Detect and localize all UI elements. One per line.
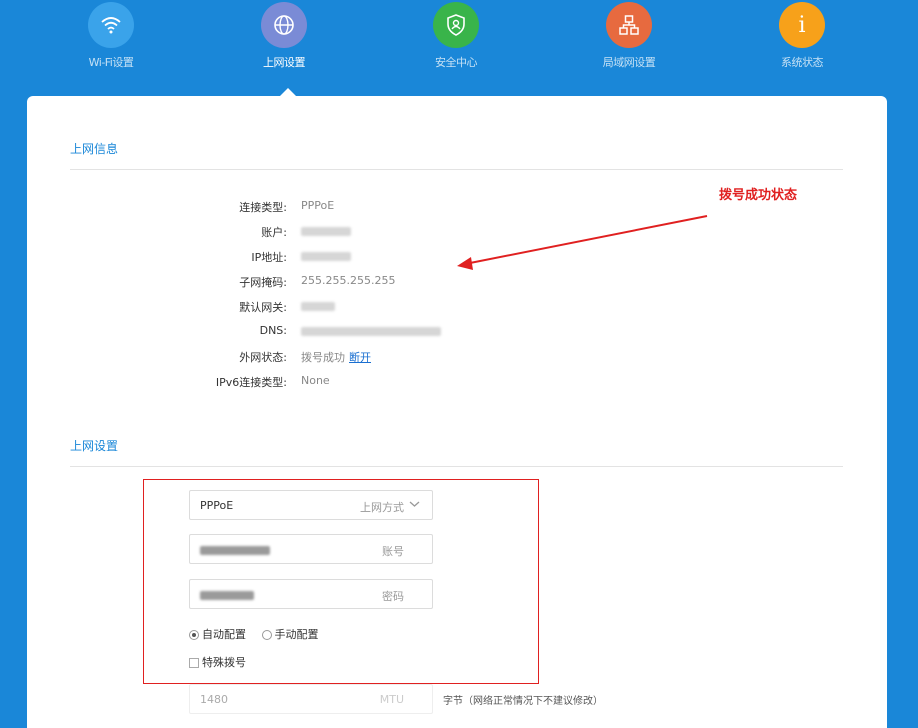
info-value: 255.255.255.255 bbox=[301, 274, 396, 287]
nav-label: 局域网设置 bbox=[602, 56, 656, 69]
info-icon: i bbox=[779, 2, 825, 48]
info-row-dns: DNS: bbox=[27, 324, 527, 342]
info-label: 外网状态: bbox=[239, 351, 287, 364]
info-row-wan-status: 外网状态: 拨号成功 断开 bbox=[27, 349, 527, 367]
annotation-text: 拨号成功状态 bbox=[719, 188, 798, 203]
divider bbox=[70, 466, 843, 467]
info-row-account: 账户: bbox=[27, 224, 527, 242]
nav-label: 上网设置 bbox=[263, 56, 306, 69]
wifi-icon bbox=[88, 2, 134, 48]
divider bbox=[70, 169, 843, 170]
section-title-info: 上网信息 bbox=[70, 142, 119, 156]
annotation-highlight-box bbox=[143, 479, 539, 684]
shield-icon bbox=[433, 2, 479, 48]
info-value: PPPoE bbox=[301, 199, 335, 212]
network-icon bbox=[606, 2, 652, 48]
mtu-hint: 字节（网络正常情况下不建议修改） bbox=[443, 696, 603, 707]
redacted-value bbox=[301, 324, 441, 337]
nav-label: 安全中心 bbox=[435, 56, 478, 69]
info-value: 拨号成功 断开 bbox=[301, 349, 371, 365]
disconnect-link[interactable]: 断开 bbox=[349, 351, 371, 364]
info-value: None bbox=[301, 374, 330, 387]
info-label: DNS: bbox=[259, 324, 287, 337]
nav-wifi-settings[interactable]: Wi-Fi设置 bbox=[61, 2, 161, 70]
info-label: 子网掩码: bbox=[239, 276, 287, 289]
redacted-value bbox=[301, 299, 335, 312]
info-label: IPv6连接类型: bbox=[215, 376, 287, 389]
mtu-label: MTU bbox=[379, 693, 404, 706]
info-row-ipv6-type: IPv6连接类型: None bbox=[27, 374, 527, 392]
info-row-connection-type: 连接类型: PPPoE bbox=[27, 199, 527, 217]
content-panel: 上网信息 连接类型: PPPoE 账户: IP地址: 子网掩码: 255.255… bbox=[27, 96, 887, 728]
info-label: 默认网关: bbox=[239, 301, 287, 314]
nav-label: 系统状态 bbox=[781, 56, 824, 69]
wan-status-text: 拨号成功 bbox=[301, 351, 345, 364]
info-label: 连接类型: bbox=[239, 201, 287, 214]
nav-internet-settings[interactable]: 上网设置 bbox=[234, 2, 334, 70]
globe-icon bbox=[261, 2, 307, 48]
mtu-value: 1480 bbox=[200, 693, 228, 706]
mtu-input[interactable]: 1480 MTU bbox=[189, 684, 433, 714]
nav-label: Wi-Fi设置 bbox=[88, 56, 134, 69]
nav-lan-settings[interactable]: 局域网设置 bbox=[579, 2, 679, 70]
nav-security-center[interactable]: 安全中心 bbox=[406, 2, 506, 70]
redacted-value bbox=[301, 249, 351, 262]
section-title-settings: 上网设置 bbox=[70, 439, 119, 453]
info-label: 账户: bbox=[261, 226, 287, 239]
router-admin-page: Wi-Fi设置 上网设置 安全中心 局域网设置 i 系统状态 上网信息 连接类型… bbox=[0, 0, 918, 728]
redacted-value bbox=[301, 224, 351, 237]
info-row-ip-address: IP地址: bbox=[27, 249, 527, 267]
info-row-subnet-mask: 子网掩码: 255.255.255.255 bbox=[27, 274, 527, 292]
nav-system-status[interactable]: i 系统状态 bbox=[752, 2, 852, 70]
info-row-default-gateway: 默认网关: bbox=[27, 299, 527, 317]
info-label: IP地址: bbox=[251, 251, 287, 264]
